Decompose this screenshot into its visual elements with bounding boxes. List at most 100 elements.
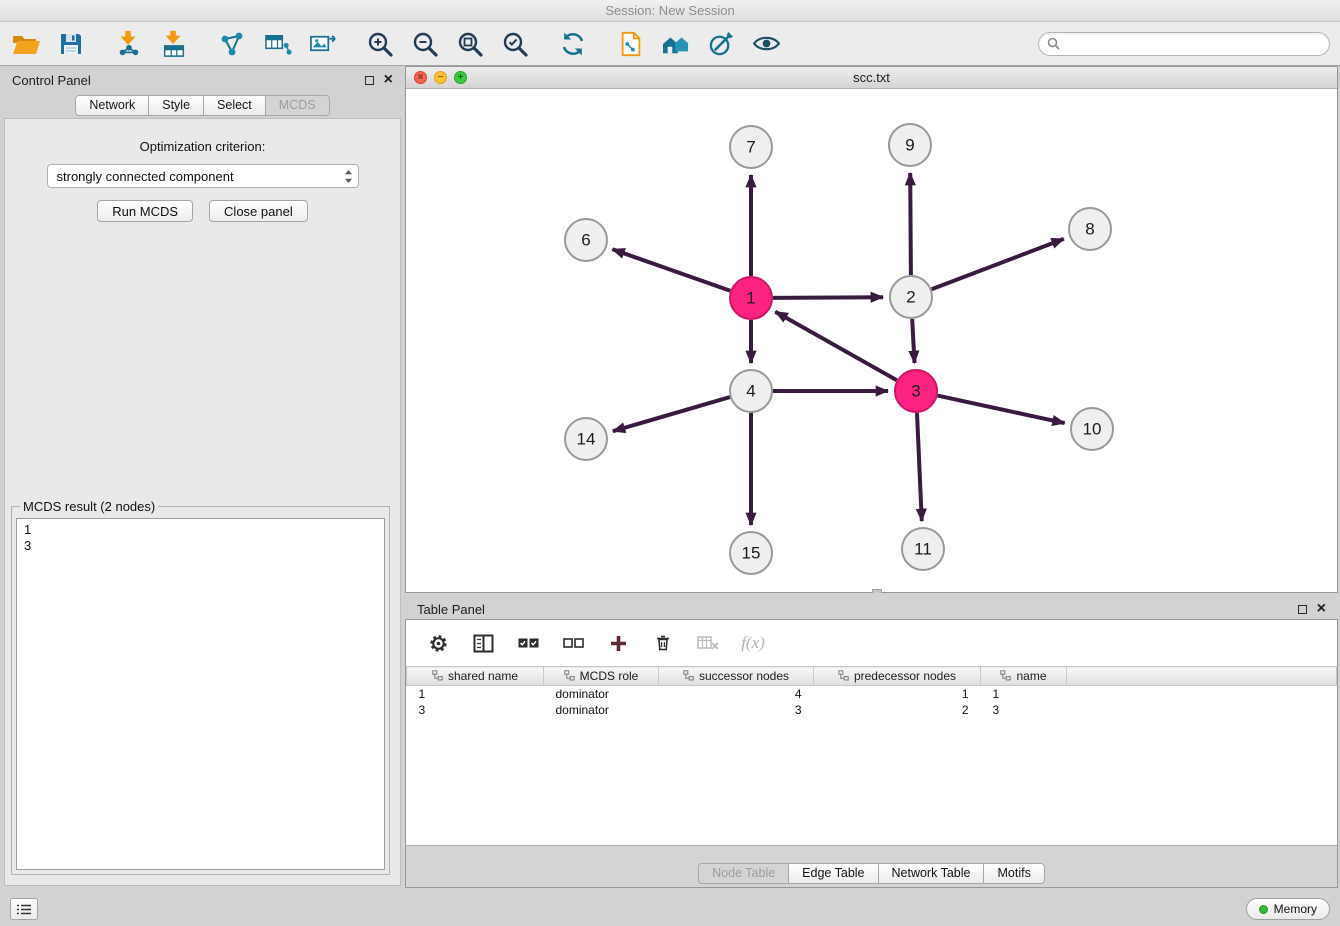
table-tab-network-table[interactable]: Network Table [879, 863, 985, 884]
close-panel-button[interactable]: Close panel [209, 200, 308, 222]
memory-button[interactable]: Memory [1246, 898, 1330, 920]
graph-node-8[interactable]: 8 [1069, 208, 1111, 250]
column-options-icon [432, 670, 443, 684]
graph-edge-1-6[interactable] [612, 249, 730, 290]
table-cell[interactable]: 2 [814, 702, 981, 718]
tab-network[interactable]: Network [75, 95, 149, 116]
graph-node-6[interactable]: 6 [565, 219, 607, 261]
graph-edge-4-14[interactable] [613, 397, 730, 431]
app-title-bar: Session: New Session [0, 0, 1340, 22]
table-cell[interactable]: 3 [659, 702, 814, 718]
zoom-selected-button[interactable] [499, 28, 531, 60]
column-header-predecessor-nodes[interactable]: predecessor nodes [814, 667, 981, 686]
global-search-input[interactable] [1038, 32, 1330, 56]
column-options-icon [838, 670, 849, 684]
splitter-handle[interactable] [872, 589, 882, 593]
graph-node-1[interactable]: 1 [730, 277, 772, 319]
import-table-button[interactable] [158, 28, 190, 60]
zoom-window-icon[interactable]: + [454, 71, 467, 84]
delete-table-button[interactable] [696, 631, 720, 655]
graph-edge-3-11[interactable] [917, 413, 922, 521]
tab-style[interactable]: Style [149, 95, 204, 116]
graph-node-7[interactable]: 7 [730, 126, 772, 168]
new-network-table-button[interactable] [261, 28, 293, 60]
zoom-in-button[interactable] [364, 28, 396, 60]
tab-select[interactable]: Select [204, 95, 266, 116]
function-builder-button[interactable]: f(x) [741, 631, 765, 655]
apply-style-button[interactable] [705, 28, 737, 60]
graph-node-10[interactable]: 10 [1071, 408, 1113, 450]
export-image-button[interactable] [306, 28, 338, 60]
split-column-button[interactable] [471, 631, 495, 655]
import-network-icon [115, 30, 143, 58]
table-cell[interactable]: 1 [814, 686, 981, 702]
minimize-window-icon[interactable]: − [434, 71, 447, 84]
optimization-select[interactable]: strongly connected component [47, 164, 359, 188]
table-tab-node-table[interactable]: Node Table [698, 863, 789, 884]
close-panel-icon[interactable]: × [384, 74, 393, 86]
home-button[interactable] [660, 28, 692, 60]
graph-edge-3-10[interactable] [938, 396, 1065, 424]
delete-column-button[interactable] [651, 631, 675, 655]
mcds-result-text[interactable]: 13 [16, 518, 385, 870]
mcds-result-title: MCDS result (2 nodes) [20, 499, 158, 514]
table-tab-edge-table[interactable]: Edge Table [789, 863, 878, 884]
unselect-all-rows-button[interactable] [561, 631, 585, 655]
run-mcds-button[interactable]: Run MCDS [97, 200, 193, 222]
graph-node-14[interactable]: 14 [565, 418, 607, 460]
table-cell[interactable]: dominator [544, 702, 659, 718]
show-details-button[interactable] [750, 28, 782, 60]
refresh-view-button[interactable] [557, 28, 589, 60]
add-column-button[interactable] [606, 631, 630, 655]
network-canvas[interactable]: 7 9 6 8 1 2 4 3 14 10 15 11 [406, 89, 1337, 592]
table-cell[interactable]: 4 [659, 686, 814, 702]
import-table-icon [160, 30, 188, 58]
column-header-MCDS-role[interactable]: MCDS role [544, 667, 659, 686]
column-header-shared-name[interactable]: shared name [407, 667, 544, 686]
graph-edge-2-9[interactable] [910, 173, 911, 275]
column-header-successor-nodes[interactable]: successor nodes [659, 667, 814, 686]
graph-node-3[interactable]: 3 [895, 370, 937, 412]
close-table-panel-icon[interactable]: × [1317, 603, 1326, 615]
table-row[interactable]: 1dominator411 [407, 686, 1337, 702]
float-table-panel-icon[interactable] [1298, 605, 1307, 614]
table-cell[interactable]: dominator [544, 686, 659, 702]
network-window-titlebar[interactable]: × − + scc.txt [406, 67, 1337, 89]
import-network-button[interactable] [113, 28, 145, 60]
column-header-name[interactable]: name [981, 667, 1067, 686]
export-image-icon [308, 30, 337, 57]
graph-node-2[interactable]: 2 [890, 276, 932, 318]
task-history-button[interactable] [10, 898, 38, 920]
select-all-rows-button[interactable] [516, 631, 540, 655]
graph-node-9[interactable]: 9 [889, 124, 931, 166]
zoom-fit-button[interactable] [454, 28, 486, 60]
graph-edge-2-3[interactable] [912, 319, 914, 363]
graph-node-label: 7 [746, 138, 755, 157]
open-folder-icon [11, 31, 41, 57]
graph-edge-1-2[interactable] [773, 297, 883, 298]
close-window-icon[interactable]: × [414, 71, 427, 84]
duplicate-network-button[interactable] [615, 28, 647, 60]
open-file-button[interactable] [10, 28, 42, 60]
network-view-window: × − + scc.txt 7 9 6 8 1 2 4 3 14 10 15 11 [405, 66, 1338, 593]
column-header-filler [1067, 667, 1337, 686]
graph-node-11[interactable]: 11 [902, 528, 944, 570]
table-row[interactable]: 3dominator323 [407, 702, 1337, 718]
home-icon [661, 31, 691, 57]
zoom-fit-icon [456, 30, 484, 58]
table-cell[interactable]: 1 [981, 686, 1067, 702]
zoom-out-button[interactable] [409, 28, 441, 60]
graph-edge-3-1[interactable] [775, 312, 896, 381]
table-settings-button[interactable] [426, 631, 450, 655]
table-cell[interactable]: 3 [407, 702, 544, 718]
graph-edge-2-8[interactable] [932, 239, 1064, 289]
new-network-button[interactable] [216, 28, 248, 60]
float-panel-icon[interactable] [365, 76, 374, 85]
table-cell[interactable]: 3 [981, 702, 1067, 718]
graph-node-4[interactable]: 4 [730, 370, 772, 412]
graph-node-15[interactable]: 15 [730, 532, 772, 574]
table-tab-motifs[interactable]: Motifs [984, 863, 1044, 884]
table-cell[interactable]: 1 [407, 686, 544, 702]
tab-mcds[interactable]: MCDS [266, 95, 330, 116]
save-session-button[interactable] [55, 28, 87, 60]
